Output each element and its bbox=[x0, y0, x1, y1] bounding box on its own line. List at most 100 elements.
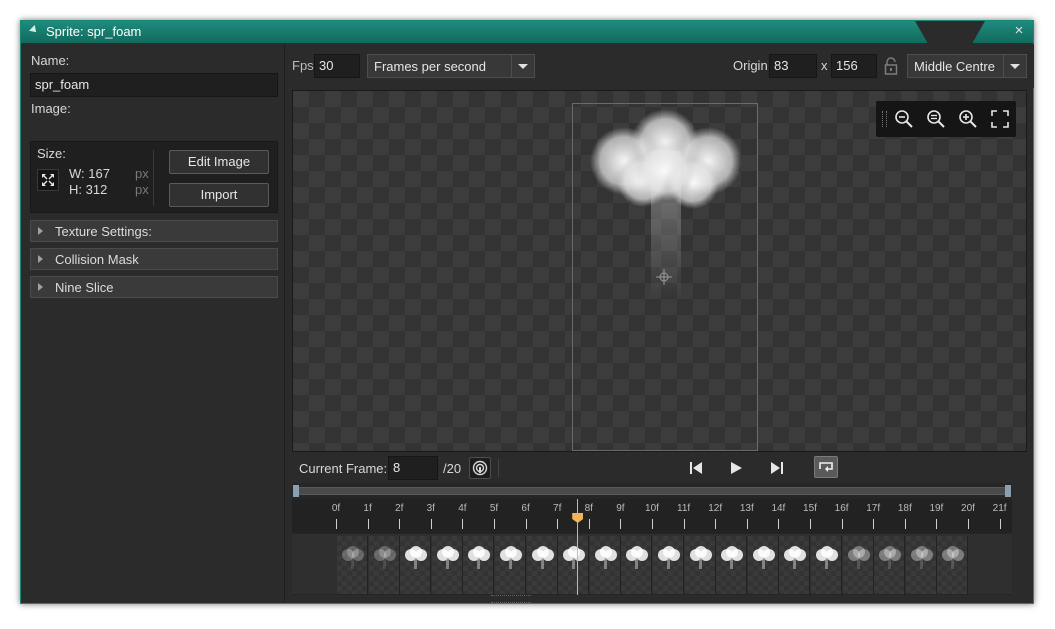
name-label: Name: bbox=[31, 53, 70, 68]
frame-thumbnail[interactable] bbox=[811, 536, 842, 594]
frame-thumbnail[interactable] bbox=[526, 536, 558, 594]
width-unit: px bbox=[135, 166, 149, 181]
frame-thumbnail[interactable] bbox=[368, 536, 400, 594]
tick-mark bbox=[652, 519, 653, 529]
tick-label: 21f bbox=[992, 503, 1007, 514]
name-field[interactable]: spr_foam bbox=[30, 73, 278, 97]
fps-input[interactable]: 30 bbox=[314, 54, 360, 78]
collision-mask-section[interactable]: Collision Mask bbox=[30, 248, 278, 270]
onion-skin-icon[interactable] bbox=[469, 457, 491, 479]
tick-label: 20f bbox=[961, 503, 975, 514]
expand-arrow-icon bbox=[38, 283, 43, 291]
zoom-out-icon[interactable] bbox=[892, 107, 916, 131]
expand-arrows-icon[interactable] bbox=[37, 169, 59, 191]
tick-label: 2f bbox=[395, 503, 404, 514]
skip-back-icon[interactable] bbox=[688, 460, 704, 476]
window-title: Sprite: spr_foam bbox=[46, 24, 142, 39]
foam-sprite-image bbox=[590, 109, 742, 301]
speed-mode-dropdown[interactable]: Frames per second bbox=[367, 54, 535, 78]
current-frame-label: Current Frame: bbox=[299, 461, 388, 476]
tick-label: 14f bbox=[771, 503, 786, 514]
unlock-icon[interactable] bbox=[883, 56, 899, 76]
tick-mark bbox=[430, 519, 432, 529]
origin-x-input[interactable]: 83 bbox=[769, 54, 817, 78]
frame-thumbnail[interactable] bbox=[589, 536, 621, 594]
skip-forward-icon[interactable] bbox=[769, 460, 785, 476]
loop-icon[interactable] bbox=[814, 456, 838, 478]
chevron-down-icon[interactable] bbox=[511, 55, 534, 77]
sprite-canvas[interactable] bbox=[292, 90, 1027, 452]
divider bbox=[498, 459, 499, 477]
height-unit: px bbox=[135, 182, 149, 197]
tick-mark bbox=[588, 519, 590, 529]
origin-separator: x bbox=[821, 58, 828, 73]
zoom-in-icon[interactable] bbox=[956, 107, 980, 131]
tick-mark bbox=[873, 519, 875, 529]
title-bar[interactable]: Sprite: spr_foam × bbox=[21, 21, 1033, 43]
frame-thumbnail[interactable] bbox=[684, 536, 716, 594]
play-icon[interactable] bbox=[728, 460, 744, 476]
zoom-toolbar bbox=[876, 101, 1016, 137]
drag-handle-icon[interactable] bbox=[882, 111, 887, 127]
nine-slice-section[interactable]: Nine Slice bbox=[30, 276, 278, 298]
expand-arrow-icon bbox=[38, 255, 43, 263]
origin-preset-dropdown[interactable]: Middle Centre bbox=[907, 54, 1027, 78]
collapse-triangle-icon[interactable] bbox=[29, 25, 39, 35]
tick-label: 1f bbox=[363, 503, 372, 514]
frame-thumbnail[interactable] bbox=[431, 536, 463, 594]
image-box: Size: W: 167 H: 312 px px Edit Image Imp… bbox=[30, 141, 278, 213]
frame-thumbnail[interactable] bbox=[337, 536, 368, 594]
frame-thumbnail[interactable] bbox=[621, 536, 653, 594]
frame-thumbnail[interactable] bbox=[463, 536, 495, 594]
tick-label: 7f bbox=[553, 503, 562, 514]
playhead[interactable] bbox=[572, 499, 584, 595]
tick-mark bbox=[810, 519, 811, 529]
timeline-range-bar[interactable] bbox=[293, 485, 1011, 497]
frame-thumbnail[interactable] bbox=[937, 536, 969, 594]
frame-thumbnail[interactable] bbox=[905, 536, 937, 594]
texture-settings-section[interactable]: Texture Settings: bbox=[30, 220, 278, 242]
origin-label: Origin bbox=[733, 58, 768, 73]
frame-thumbnail[interactable] bbox=[779, 536, 811, 594]
zoom-reset-icon[interactable] bbox=[924, 107, 948, 131]
tick-label: 8f bbox=[584, 503, 593, 514]
frame-thumbnail[interactable] bbox=[716, 536, 748, 594]
frame-controls: Current Frame: 8 /20 bbox=[292, 453, 1027, 483]
range-start-handle[interactable] bbox=[293, 485, 299, 497]
tick-label: 6f bbox=[521, 503, 530, 514]
tick-mark bbox=[746, 519, 748, 529]
timeline-ruler[interactable]: 0f 1f 2f 3f 4f 5f 6f 7f 8f 9f 10f 11f 12f 13f 14f 15f 16… bbox=[292, 499, 1012, 533]
timeline-scrollbar[interactable] bbox=[1012, 483, 1027, 595]
size-label: Size: bbox=[37, 146, 66, 161]
edit-image-button[interactable]: Edit Image bbox=[169, 150, 269, 174]
frame-thumbnail[interactable] bbox=[747, 536, 779, 594]
frame-thumbnail[interactable] bbox=[842, 536, 874, 594]
tick-mark bbox=[494, 519, 495, 529]
frame-thumbnail[interactable] bbox=[400, 536, 432, 594]
origin-y-input[interactable]: 156 bbox=[831, 54, 877, 78]
title-tab bbox=[915, 21, 985, 43]
tick-label: 5f bbox=[489, 503, 499, 514]
frame-thumbnail[interactable] bbox=[653, 536, 684, 594]
tick-mark bbox=[367, 519, 369, 529]
properties-panel: Name: spr_foam Image: Size: W: 167 H: 31… bbox=[22, 44, 285, 603]
tick-mark bbox=[968, 519, 969, 529]
frame-thumbnail[interactable] bbox=[495, 536, 526, 594]
import-button[interactable]: Import bbox=[169, 183, 269, 207]
current-frame-input[interactable]: 8 bbox=[388, 456, 438, 480]
frame-thumbnail[interactable] bbox=[874, 536, 906, 594]
resize-grip-icon[interactable] bbox=[491, 595, 531, 603]
tick-mark bbox=[999, 519, 1001, 529]
frame-strip[interactable] bbox=[292, 534, 1012, 594]
frame-thumbnail[interactable] bbox=[558, 536, 590, 594]
tick-mark bbox=[336, 519, 337, 529]
tick-label: 13f bbox=[739, 503, 754, 514]
fullscreen-icon[interactable] bbox=[988, 107, 1012, 131]
close-icon[interactable]: × bbox=[1011, 23, 1027, 39]
timeline[interactable]: 0f 1f 2f 3f 4f 5f 6f 7f 8f 9f 10f 11f 12f 13f 14f 15f 16… bbox=[292, 483, 1012, 595]
chevron-down-icon[interactable] bbox=[1003, 55, 1026, 77]
tick-mark bbox=[557, 519, 559, 529]
range-end-handle[interactable] bbox=[1005, 485, 1011, 497]
tick-mark bbox=[841, 519, 843, 529]
total-frames: /20 bbox=[443, 461, 462, 476]
